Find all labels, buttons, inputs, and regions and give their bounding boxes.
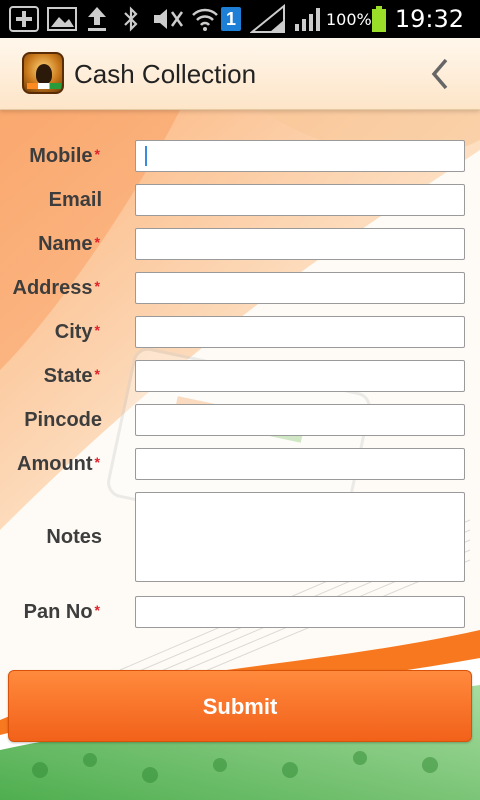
required-marker: *	[94, 454, 100, 470]
state-label: State *	[43, 365, 100, 387]
notes-textarea[interactable]	[135, 492, 465, 582]
mute-icon	[150, 0, 186, 38]
required-marker: *	[94, 322, 100, 338]
city-input[interactable]	[135, 316, 465, 348]
pan-no-label: Pan No *	[23, 601, 100, 623]
mobile-input[interactable]	[135, 140, 465, 172]
form-row-notes: Notes	[0, 492, 480, 582]
form-row-amount: Amount *	[0, 448, 480, 480]
pincode-input[interactable]	[135, 404, 465, 436]
mobile-label: Mobile *	[29, 145, 100, 167]
required-marker: *	[94, 234, 100, 250]
sim-badge-icon: 1	[220, 0, 242, 38]
submit-button[interactable]: Submit	[8, 670, 472, 742]
required-marker: *	[94, 602, 100, 618]
pan-no-input[interactable]	[135, 596, 465, 628]
state-input[interactable]	[135, 360, 465, 392]
form-row-mobile: Mobile *	[0, 140, 480, 172]
app-logo-icon	[22, 52, 64, 94]
action-bar: Cash Collection	[0, 38, 480, 110]
city-label: City *	[54, 321, 100, 343]
back-chevron-icon	[431, 58, 448, 90]
address-input[interactable]	[135, 272, 465, 304]
form-row-state: State *	[0, 360, 480, 392]
clock: 19:32	[394, 5, 464, 33]
wifi-icon	[190, 0, 220, 38]
page-title: Cash Collection	[74, 59, 257, 89]
image-icon	[44, 0, 80, 38]
required-marker: *	[94, 366, 100, 382]
amount-label: Amount *	[17, 453, 100, 475]
form-row-address: Address *	[0, 272, 480, 304]
signal-icon-2	[292, 0, 324, 38]
add-icon	[6, 0, 42, 38]
text-cursor	[145, 146, 147, 166]
address-label: Address *	[12, 277, 100, 299]
required-marker: *	[94, 146, 100, 162]
name-input[interactable]	[135, 228, 465, 260]
form-row-pan: Pan No *	[0, 596, 480, 628]
email-input[interactable]	[135, 184, 465, 216]
status-bar: 1 100% 19:32	[0, 0, 480, 38]
notes-label: Notes	[46, 526, 102, 548]
form-row-name: Name *	[0, 228, 480, 260]
battery-icon	[368, 0, 390, 38]
upload-icon	[82, 0, 112, 38]
required-marker: *	[94, 278, 100, 294]
signal-icon	[248, 0, 288, 38]
notification-badge: 1	[221, 7, 241, 31]
battery-percent: 100%	[326, 10, 372, 29]
back-button[interactable]	[424, 56, 460, 92]
form-row-email: Email	[0, 184, 480, 216]
form-row-pincode: Pincode	[0, 404, 480, 436]
name-label: Name *	[38, 233, 100, 255]
email-label: Email	[48, 189, 102, 211]
form-row-city: City *	[0, 316, 480, 348]
pincode-label: Pincode	[24, 409, 102, 431]
amount-input[interactable]	[135, 448, 465, 480]
bluetooth-icon	[118, 0, 144, 38]
